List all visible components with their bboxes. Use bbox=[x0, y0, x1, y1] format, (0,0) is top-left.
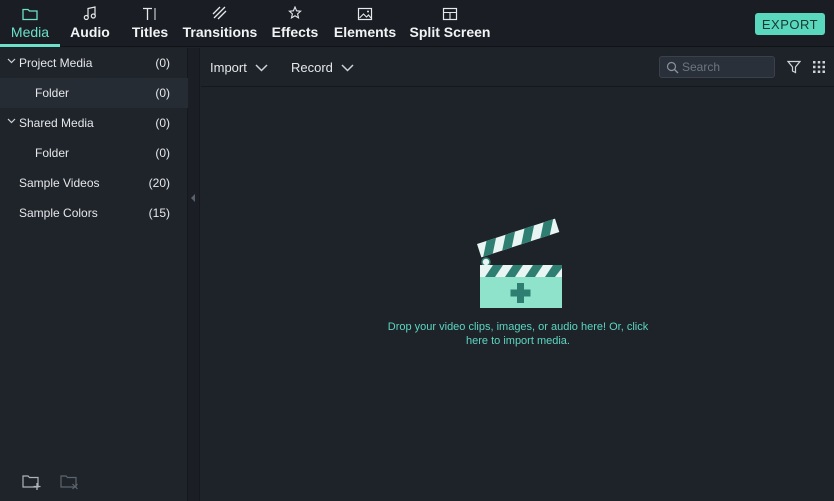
sidebar-item-sample-videos[interactable]: Sample Videos (20) bbox=[0, 168, 188, 198]
drop-hint-link[interactable]: Drop your video clips, images, or audio … bbox=[371, 320, 665, 348]
music-note-icon bbox=[83, 0, 97, 22]
chevron-down-icon bbox=[341, 64, 354, 72]
media-drop-zone[interactable]: Drop your video clips, images, or audio … bbox=[201, 88, 834, 501]
tab-audio[interactable]: Audio bbox=[60, 0, 120, 47]
sidebar-item-label: Folder bbox=[35, 146, 70, 160]
sidebar-item-count: (0) bbox=[155, 56, 170, 70]
chevron-down-icon bbox=[255, 64, 268, 72]
tab-elements[interactable]: Elements bbox=[334, 0, 396, 47]
clapperboard-add-icon[interactable] bbox=[473, 214, 565, 310]
sidebar-item-count: (20) bbox=[148, 176, 170, 190]
tab-media[interactable]: Media bbox=[0, 0, 60, 47]
sidebar-item-count: (0) bbox=[155, 86, 170, 100]
effects-icon bbox=[287, 0, 303, 22]
drop-hint-line2: here to import media. bbox=[466, 335, 570, 347]
tab-label: Media bbox=[10, 24, 50, 40]
sidebar-item-count: (15) bbox=[148, 206, 170, 220]
tab-label: Transitions bbox=[182, 24, 258, 40]
sidebar-item-label: Shared Media bbox=[19, 116, 94, 130]
record-label: Record bbox=[291, 60, 333, 75]
sidebar-item-count: (0) bbox=[155, 116, 170, 130]
grid-view-icon[interactable] bbox=[812, 60, 826, 79]
sidebar-item-project-folder[interactable]: Folder (0) bbox=[0, 78, 188, 108]
split-screen-icon bbox=[442, 0, 458, 22]
import-label: Import bbox=[210, 60, 247, 75]
tab-split-screen[interactable]: Split Screen bbox=[410, 0, 490, 47]
panel-splitter[interactable] bbox=[188, 48, 200, 501]
image-icon bbox=[357, 0, 373, 22]
media-toolbar: Import Record bbox=[201, 48, 834, 87]
top-toolbar: Media Audio Titles Transitions Effects E… bbox=[0, 0, 834, 47]
search-box[interactable] bbox=[659, 56, 775, 78]
sidebar-item-project-media[interactable]: Project Media (0) bbox=[0, 48, 188, 78]
sidebar-item-label: Sample Colors bbox=[19, 206, 98, 220]
transition-icon bbox=[212, 0, 228, 22]
drop-hint-line1: Drop your video clips, images, or audio … bbox=[387, 321, 649, 333]
new-folder-icon[interactable] bbox=[22, 473, 42, 496]
folder-icon bbox=[22, 0, 38, 22]
tab-label: Split Screen bbox=[409, 24, 491, 40]
sidebar-item-label: Project Media bbox=[19, 56, 93, 70]
chevron-down-icon[interactable] bbox=[7, 58, 16, 64]
export-button[interactable]: EXPORT bbox=[755, 13, 825, 35]
sidebar-item-shared-media[interactable]: Shared Media (0) bbox=[0, 108, 188, 138]
tab-titles[interactable]: Titles bbox=[125, 0, 175, 47]
record-dropdown[interactable]: Record bbox=[291, 48, 354, 87]
sidebar-item-shared-folder[interactable]: Folder (0) bbox=[0, 138, 188, 168]
collapse-arrow-icon[interactable] bbox=[191, 194, 195, 202]
media-panel: Import Record Search Drop your video cli… bbox=[201, 48, 834, 501]
sidebar-item-count: (0) bbox=[155, 146, 170, 160]
tab-label: Effects bbox=[271, 24, 319, 40]
text-icon bbox=[142, 0, 158, 22]
chevron-down-icon[interactable] bbox=[7, 118, 16, 124]
tab-label: Audio bbox=[70, 24, 110, 40]
delete-folder-icon[interactable] bbox=[60, 473, 80, 496]
sidebar-item-label: Folder bbox=[35, 86, 70, 100]
media-library-sidebar: Project Media (0) Folder (0) Shared Medi… bbox=[0, 48, 188, 501]
tab-label: Titles bbox=[131, 24, 169, 40]
search-icon bbox=[666, 61, 679, 74]
tab-effects[interactable]: Effects bbox=[268, 0, 322, 47]
tab-label: Elements bbox=[333, 24, 397, 40]
sidebar-toolbar bbox=[0, 465, 188, 501]
import-dropdown[interactable]: Import bbox=[210, 48, 268, 87]
search-input[interactable] bbox=[682, 59, 770, 75]
sidebar-item-label: Sample Videos bbox=[19, 176, 100, 190]
tab-transitions[interactable]: Transitions bbox=[182, 0, 258, 47]
filter-icon[interactable] bbox=[786, 60, 802, 79]
sidebar-item-sample-colors[interactable]: Sample Colors (15) bbox=[0, 198, 188, 228]
